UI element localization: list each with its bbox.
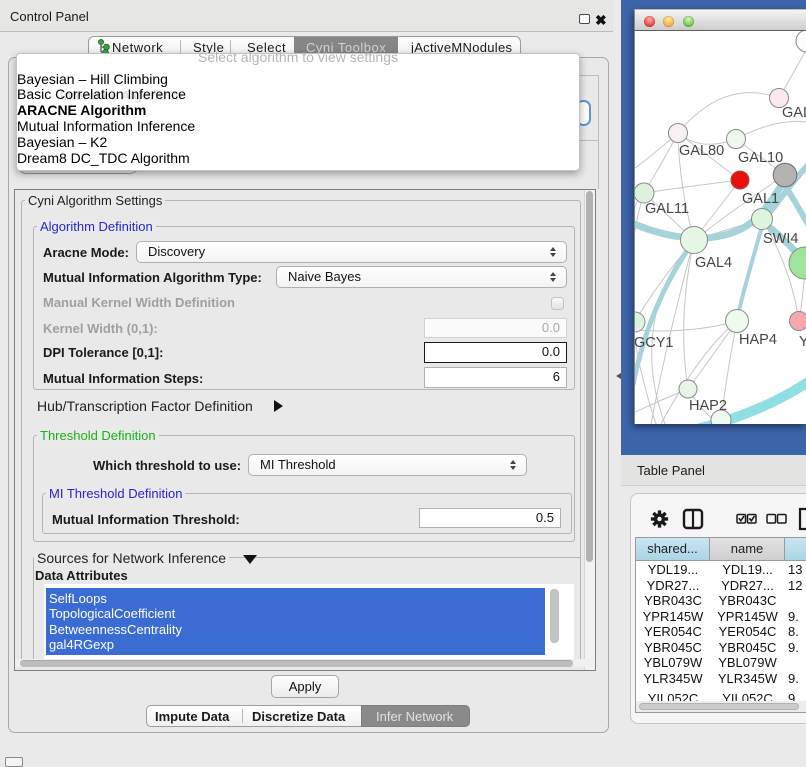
svg-text:GAL10: GAL10 xyxy=(738,150,783,166)
svg-text:GCY1: GCY1 xyxy=(635,335,674,351)
svg-text:GAL1: GAL1 xyxy=(742,191,779,207)
svg-text:HAP4: HAP4 xyxy=(739,332,777,348)
svg-text:GAL11: GAL11 xyxy=(645,201,689,217)
svg-text:SWI4: SWI4 xyxy=(763,231,798,247)
svg-text:GAL4: GAL4 xyxy=(695,255,732,271)
svg-text:GAL80: GAL80 xyxy=(679,143,724,159)
svg-text:HAP2: HAP2 xyxy=(689,398,727,414)
svg-text:Y: Y xyxy=(799,334,806,350)
svg-text:GAL: GAL xyxy=(782,105,806,121)
